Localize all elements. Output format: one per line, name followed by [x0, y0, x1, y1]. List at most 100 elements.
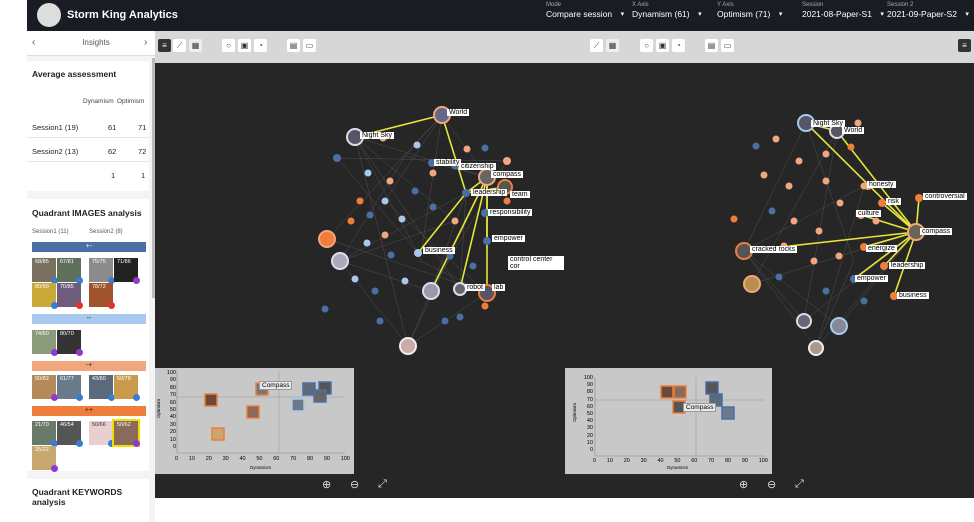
- chart-tooltip: Compass: [683, 403, 717, 412]
- node-label[interactable]: responsibility: [488, 209, 533, 216]
- image-thumbnail[interactable]: 50/62: [112, 419, 140, 447]
- x-axis-label: Dynamism: [667, 465, 689, 470]
- session-value: 2021-08-Paper-S1: [802, 9, 872, 19]
- node-label[interactable]: cracked rocks: [750, 246, 798, 253]
- images-col-session2: Session2 (8): [89, 229, 123, 235]
- session2-value: 2021-09-Paper-S2: [887, 9, 957, 19]
- image-thumbnail[interactable]: 67/81: [57, 258, 83, 284]
- chevron-right-icon[interactable]: ›: [144, 37, 147, 48]
- node-label[interactable]: Night Sky: [360, 132, 394, 139]
- circle-icon[interactable]: ○: [640, 39, 653, 52]
- node-label[interactable]: compass: [920, 228, 953, 235]
- chevron-down-icon: ▾: [698, 11, 702, 18]
- node-label[interactable]: controversial: [923, 193, 967, 200]
- chevron-down-icon: ▾: [620, 11, 625, 18]
- node-label[interactable]: lab: [492, 284, 506, 291]
- pie-icon[interactable]: ◔: [254, 39, 267, 52]
- image-thumbnail[interactable]: 68/85: [32, 258, 58, 284]
- node-label[interactable]: business: [897, 292, 929, 299]
- grid-icon[interactable]: ▦: [189, 39, 202, 52]
- average-assessment-title: Average assessment: [32, 69, 117, 79]
- quadrant-bar: --: [32, 314, 146, 324]
- node-label[interactable]: World: [447, 109, 470, 116]
- node-label[interactable]: Night Sky: [811, 120, 845, 127]
- chat-icon[interactable]: ▭: [721, 39, 734, 52]
- tab-insights[interactable]: Insights: [41, 31, 151, 55]
- zoom-in-icon[interactable]: ⊕: [739, 478, 748, 491]
- storm-king-logo: [37, 3, 61, 27]
- circle-icon[interactable]: ○: [222, 39, 235, 52]
- node-label[interactable]: citizenship: [459, 163, 496, 170]
- row-label: Session1 (19): [32, 123, 79, 132]
- row-label: Session2 (13): [32, 147, 79, 156]
- graph-session1: ≡ ⟋ ▦ ○ ▣ ◔ ▤ ▭ World Night Sky stabilit…: [155, 31, 564, 498]
- network-icon[interactable]: ⟋: [173, 39, 186, 52]
- graph-nodes[interactable]: [318, 106, 513, 355]
- grid-icon[interactable]: ▦: [606, 39, 619, 52]
- image-thumbnail[interactable]: 25/22: [32, 446, 58, 472]
- image-thumbnail[interactable]: 46/54: [57, 421, 83, 447]
- image-thumbnail[interactable]: 50/78: [114, 375, 140, 401]
- image-icon[interactable]: ▣: [656, 39, 669, 52]
- image-thumbnail[interactable]: 61/77: [57, 375, 83, 401]
- fit-screen-icon[interactable]: ⤢: [795, 478, 804, 491]
- menu-icon[interactable]: ≡: [958, 39, 971, 52]
- graph-toolbar: ≡ ⟋ ▦ ○ ▣ ◔ ▤ ▭: [155, 31, 564, 63]
- session2-label: Session 2: [887, 2, 914, 8]
- node-label[interactable]: leadership: [471, 189, 508, 196]
- image-thumbnail[interactable]: 70/85: [57, 283, 83, 309]
- node-label[interactable]: robot: [465, 284, 485, 291]
- zoom-bar: ⊕ ⊖ ⤢: [155, 474, 564, 498]
- node-label[interactable]: energize: [866, 245, 897, 252]
- node-label[interactable]: control center cor: [508, 256, 564, 270]
- node-label[interactable]: risk: [886, 198, 901, 205]
- quadrant-images-panel: Quadrant IMAGES analysis Session1 (11) S…: [27, 199, 149, 472]
- quadrant-bar: +-: [32, 242, 146, 252]
- zoom-out-icon[interactable]: ⊖: [350, 478, 359, 491]
- x-axis-select[interactable]: X Axis Dynamism (61) ▾: [632, 2, 702, 19]
- y-axis-label: Y Axis: [717, 2, 734, 8]
- image-thumbnail[interactable]: 80/70: [57, 330, 83, 356]
- chat-icon[interactable]: ▭: [303, 39, 316, 52]
- image-icon[interactable]: ▣: [238, 39, 251, 52]
- comment-icon[interactable]: ▤: [705, 39, 718, 52]
- image-thumbnail[interactable]: 74/60: [32, 330, 58, 356]
- zoom-bar: ⊕ ⊖ ⤢: [564, 474, 974, 498]
- row-optimism: 72: [138, 147, 147, 156]
- pie-icon[interactable]: ◔: [672, 39, 685, 52]
- app-name: Storm King Analytics: [67, 9, 178, 21]
- comment-icon[interactable]: ▤: [287, 39, 300, 52]
- table-row: Session1 (19) 61 71: [27, 117, 149, 138]
- node-label[interactable]: compass: [491, 171, 524, 178]
- image-thumbnail[interactable]: 80/90: [32, 283, 58, 309]
- session2-select[interactable]: Session 2 2021-09-Paper-S2 ▾: [887, 2, 969, 19]
- node-label[interactable]: stability: [434, 159, 462, 166]
- image-thumbnail[interactable]: 21/70: [32, 421, 58, 447]
- chevron-left-icon[interactable]: ‹: [32, 37, 35, 48]
- zoom-in-icon[interactable]: ⊕: [322, 478, 331, 491]
- session-select[interactable]: Session 2021-08-Paper-S1 ▾: [802, 2, 884, 19]
- image-thumbnail[interactable]: 78/72: [89, 283, 115, 309]
- y-axis-select[interactable]: Y Axis Optimism (71) ▾: [717, 2, 782, 19]
- image-thumbnail[interactable]: 43/80: [89, 375, 115, 401]
- node-label[interactable]: empower: [855, 275, 888, 282]
- y-axis-label: Optimism: [572, 403, 577, 422]
- x-ticks: 0 10 20 30 40 50 60 70 80 90 100: [593, 458, 768, 464]
- menu-icon[interactable]: ≡: [158, 39, 171, 52]
- image-thumbnail[interactable]: 50/82: [32, 375, 58, 401]
- network-icon[interactable]: ⟋: [590, 39, 603, 52]
- image-thumbnail[interactable]: 71/86: [114, 258, 140, 284]
- node-label[interactable]: team: [510, 191, 530, 198]
- table-row: Session2 (13) 62 72: [27, 141, 149, 162]
- fit-screen-icon[interactable]: ⤢: [378, 478, 387, 491]
- zoom-out-icon[interactable]: ⊖: [767, 478, 776, 491]
- node-label[interactable]: leadership: [889, 262, 926, 269]
- node-label[interactable]: empower: [492, 235, 525, 242]
- image-thumbnail[interactable]: 50/66: [89, 421, 115, 447]
- node-label[interactable]: business: [423, 247, 455, 254]
- node-label[interactable]: World: [842, 127, 865, 134]
- node-label[interactable]: culture: [856, 210, 882, 217]
- image-thumbnail[interactable]: 75/75: [89, 258, 115, 284]
- node-label[interactable]: honesty: [867, 181, 896, 188]
- mode-select[interactable]: Mode Compare session ▾: [546, 2, 624, 19]
